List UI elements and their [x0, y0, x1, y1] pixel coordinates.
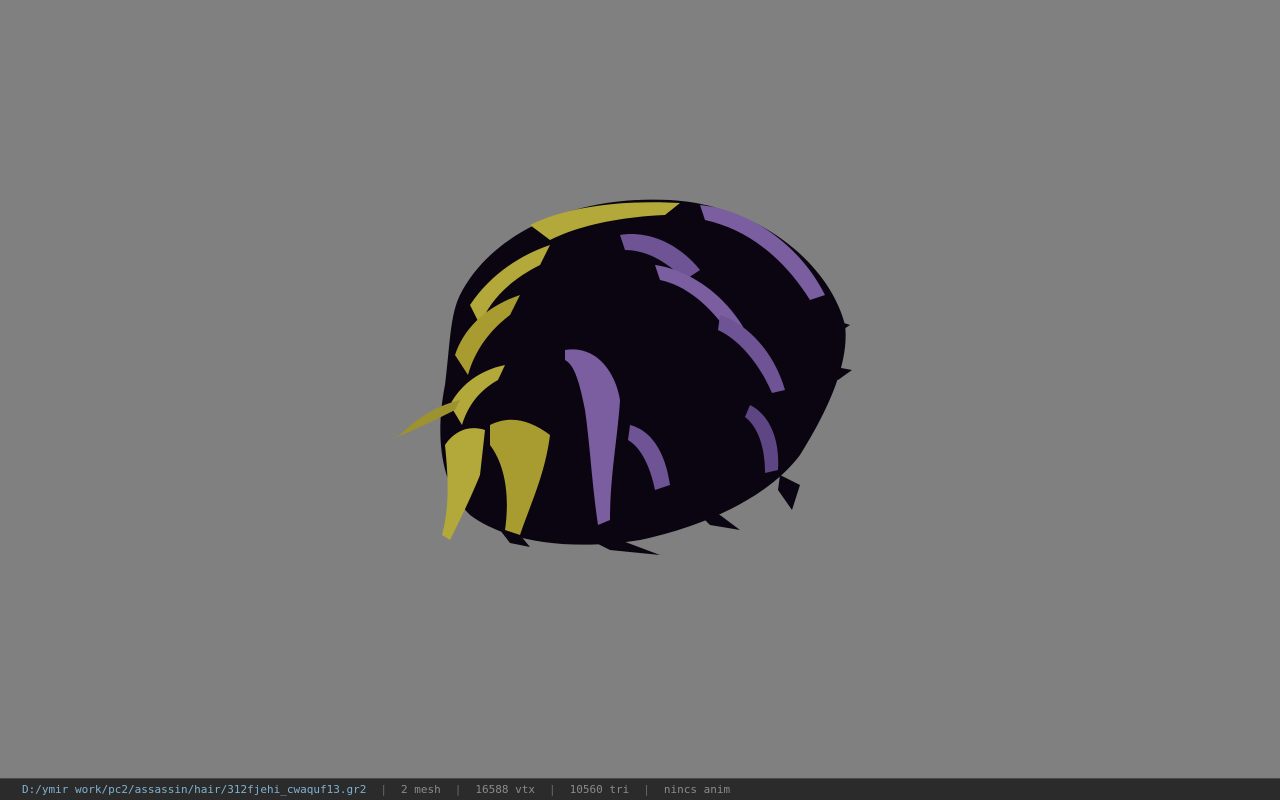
separator: | [380, 783, 387, 796]
triangle-count: 10560 tri [569, 783, 630, 796]
separator: | [548, 783, 556, 796]
file-path: D:/ymir work/pc2/assassin/hair/312fjehi_… [22, 783, 367, 796]
status-bar: D:/ymir work/pc2/assassin/hair/312fjehi_… [0, 778, 1280, 800]
anim-status: nincs anim [663, 783, 731, 796]
mesh-count: 2 mesh [401, 783, 441, 796]
separator: | [643, 783, 650, 796]
hair-model-render [390, 199, 852, 555]
separator: | [454, 783, 462, 796]
3d-viewport[interactable] [0, 0, 1280, 778]
vertex-count: 16588 vtx [475, 783, 535, 796]
